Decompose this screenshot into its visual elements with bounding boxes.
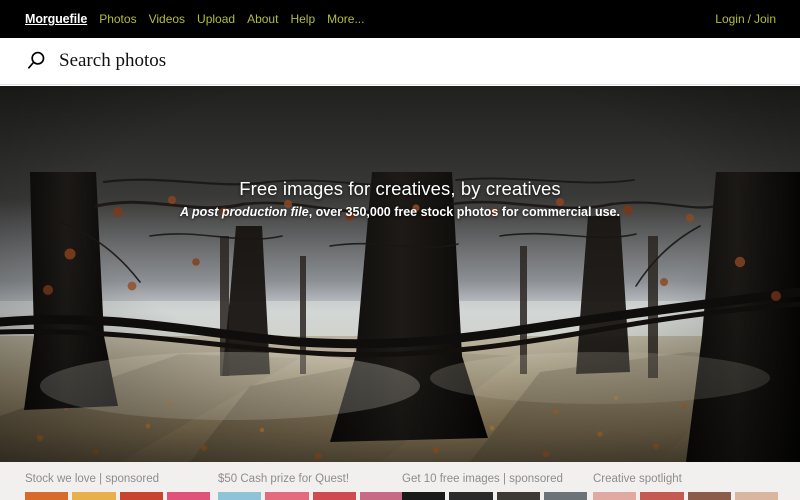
promo-thumbnail[interactable] bbox=[640, 492, 684, 500]
top-navigation-bar: Morguefile Photos Videos Upload About He… bbox=[0, 0, 800, 38]
promo-label: Stock we love | sponsored bbox=[25, 473, 160, 485]
login-link[interactable]: Login bbox=[715, 12, 744, 26]
promo-label: Get 10 free images | sponsored bbox=[402, 473, 563, 485]
search-input[interactable] bbox=[59, 49, 559, 73]
hero-banner: Free images for creatives, by creatives … bbox=[0, 86, 800, 462]
hero-image bbox=[0, 86, 800, 462]
promo-thumbnails[interactable] bbox=[218, 492, 403, 500]
promo-thumbnail[interactable] bbox=[543, 492, 587, 500]
promo-thumbnail[interactable] bbox=[218, 492, 262, 500]
search-bar bbox=[0, 38, 800, 85]
account-links-group: Login / Join bbox=[715, 12, 776, 26]
promo-thumbnail[interactable] bbox=[119, 492, 163, 500]
promo-card-stock-we-love[interactable]: Stock we love | sponsored bbox=[25, 462, 218, 500]
promo-thumbnail[interactable] bbox=[687, 492, 731, 500]
promo-thumbnail[interactable] bbox=[265, 492, 309, 500]
promo-thumbnail[interactable] bbox=[72, 492, 116, 500]
promo-thumbnail[interactable] bbox=[25, 492, 69, 500]
promo-card-creative-spotlight[interactable]: Creative spotlight bbox=[593, 462, 786, 500]
promo-label: $50 Cash prize for Quest! bbox=[218, 473, 350, 485]
nav-item-photos[interactable]: Photos bbox=[99, 12, 136, 26]
promo-thumbnail[interactable] bbox=[449, 492, 493, 500]
promo-thumbnail[interactable] bbox=[734, 492, 778, 500]
promo-thumbnail[interactable] bbox=[359, 492, 403, 500]
nav-item-help[interactable]: Help bbox=[290, 12, 315, 26]
promo-card-free-images[interactable]: Get 10 free images | sponsored bbox=[402, 462, 595, 500]
promo-strip: Stock we love | sponsored $50 Cash prize… bbox=[0, 462, 800, 500]
promo-thumbnail[interactable] bbox=[402, 492, 446, 500]
search-icon[interactable] bbox=[25, 50, 47, 72]
nav-item-about[interactable]: About bbox=[247, 12, 278, 26]
promo-thumbnail[interactable] bbox=[312, 492, 356, 500]
site-logo[interactable]: Morguefile bbox=[25, 12, 87, 26]
nav-item-more[interactable]: More... bbox=[327, 12, 364, 26]
nav-item-upload[interactable]: Upload bbox=[197, 12, 235, 26]
promo-thumbnail[interactable] bbox=[593, 492, 637, 500]
promo-thumbnails[interactable] bbox=[402, 492, 587, 500]
promo-thumbnail[interactable] bbox=[166, 492, 210, 500]
promo-card-cash-prize[interactable]: $50 Cash prize for Quest! bbox=[218, 462, 411, 500]
account-separator: / bbox=[747, 12, 751, 26]
promo-thumbnails[interactable] bbox=[593, 492, 778, 500]
promo-thumbnails[interactable] bbox=[25, 492, 210, 500]
join-link[interactable]: Join bbox=[754, 12, 776, 26]
nav-item-videos[interactable]: Videos bbox=[149, 12, 185, 26]
promo-label: Creative spotlight bbox=[593, 473, 682, 485]
nav-links-group: Morguefile Photos Videos Upload About He… bbox=[25, 12, 364, 26]
promo-thumbnail[interactable] bbox=[496, 492, 540, 500]
